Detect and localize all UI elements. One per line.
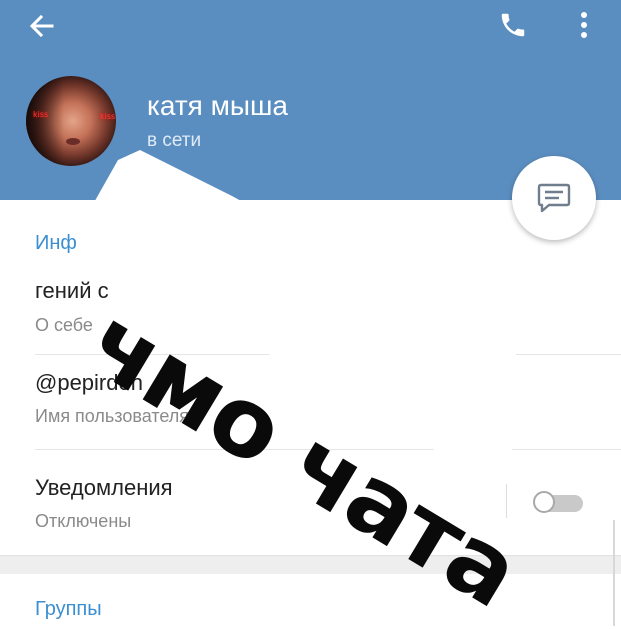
avatar[interactable]: kiss kiss [26, 76, 116, 166]
avatar-shadow [26, 76, 64, 166]
back-button[interactable] [22, 8, 62, 44]
phone-icon [501, 13, 525, 37]
username-label: Имя пользователя [35, 406, 190, 426]
toggle-separator [506, 484, 507, 518]
card-edge [613, 520, 615, 626]
groups-section-title: Группы [35, 598, 102, 620]
bio-label: О себе [35, 315, 93, 335]
notifications-value: Уведомления [35, 475, 173, 500]
username-value: @pepirdon [35, 370, 143, 395]
info-section-title: Инф [35, 232, 77, 254]
section-separator [0, 555, 621, 574]
divider [35, 354, 621, 355]
call-button[interactable] [494, 6, 532, 44]
notifications-label: Отключены [35, 511, 132, 531]
sticker-text: чмо чата [69, 285, 538, 629]
notifications-toggle[interactable] [533, 491, 585, 513]
avatar-kiss-text-left: kiss [33, 110, 49, 119]
divider [35, 449, 621, 450]
toggle-knob [533, 491, 555, 513]
avatar-kiss-text-right: kiss [100, 112, 116, 121]
profile-status: в сети [147, 130, 202, 151]
more-menu-button[interactable] [568, 6, 600, 44]
send-message-button[interactable] [512, 156, 596, 240]
avatar-mouth [66, 138, 80, 145]
more-vertical-icon [581, 12, 587, 38]
profile-name: катя мыша [147, 90, 288, 121]
message-icon [537, 183, 571, 213]
arrow-left-icon [29, 14, 54, 38]
bio-value: гений с [35, 278, 109, 303]
